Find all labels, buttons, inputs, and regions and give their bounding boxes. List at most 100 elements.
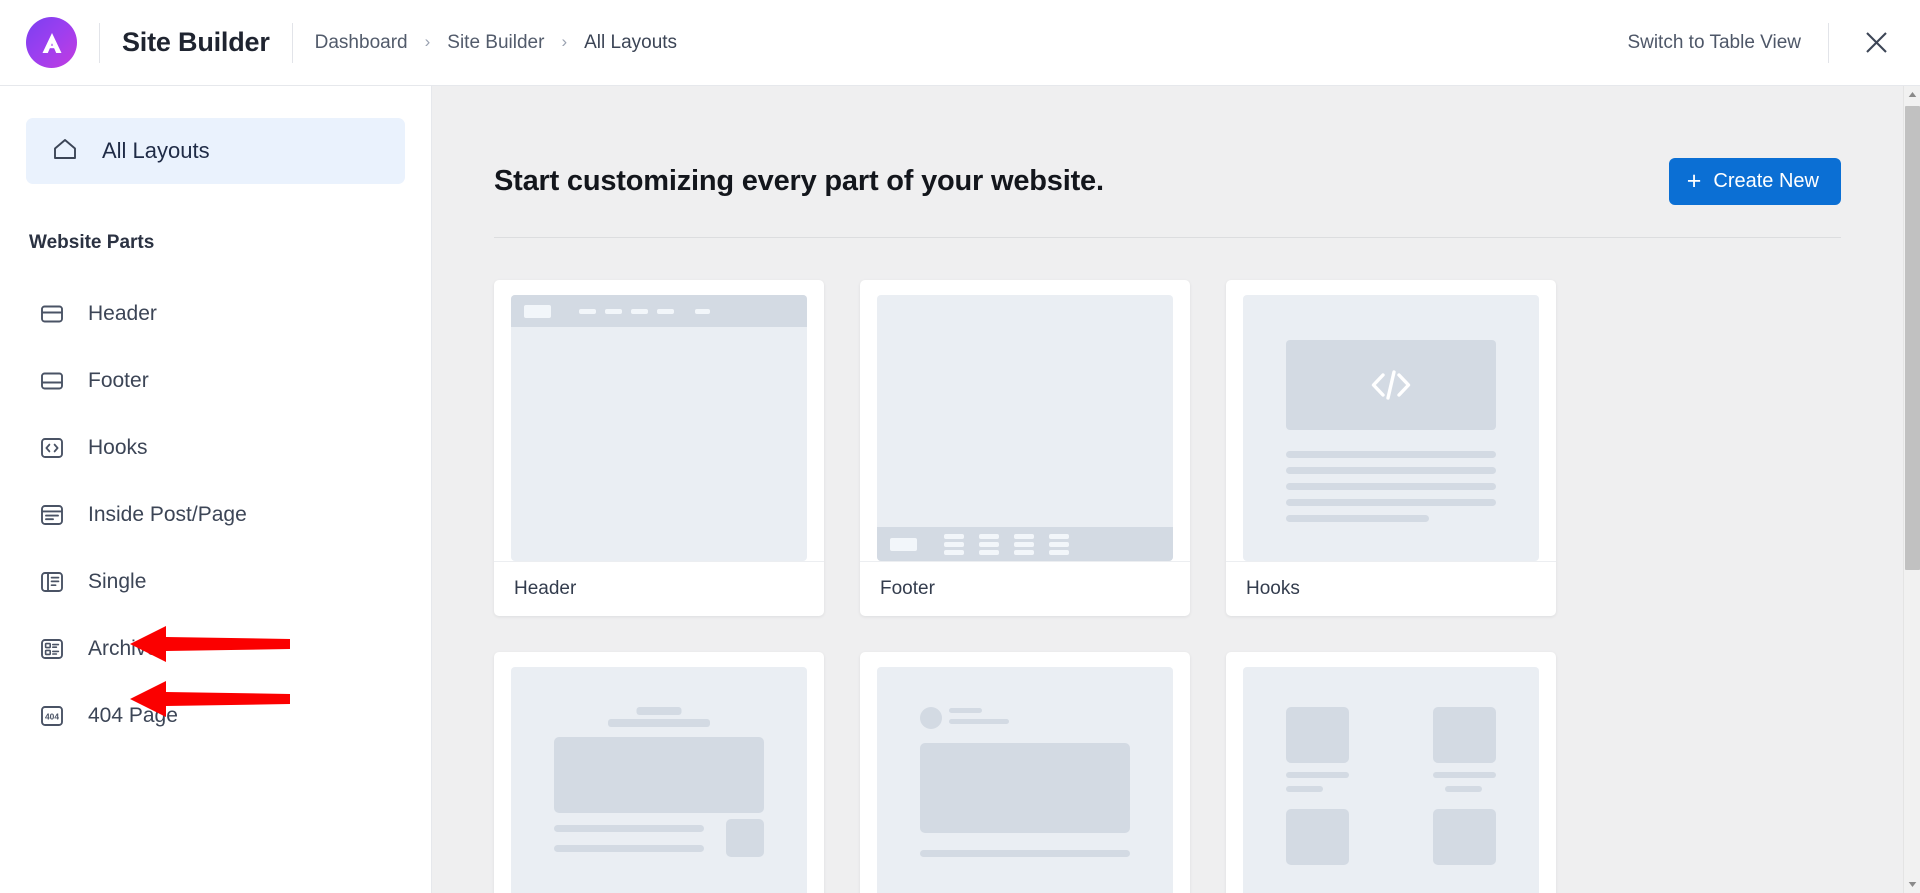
sidebar-item-label: Footer bbox=[88, 368, 149, 392]
mock-menu-item bbox=[695, 308, 710, 314]
top-bar: Site Builder Dashboard › Site Builder › … bbox=[0, 0, 1920, 86]
top-bar-actions: Switch to Table View bbox=[1627, 22, 1896, 63]
main-content: Start customizing every part of your web… bbox=[432, 86, 1903, 893]
mock-hero-image bbox=[554, 737, 764, 813]
layout-card-inside-post-page[interactable] bbox=[860, 652, 1190, 893]
svg-text:404: 404 bbox=[45, 711, 59, 721]
archive-grid-icon bbox=[38, 635, 66, 663]
sidebar-item-label: Hooks bbox=[88, 435, 148, 459]
sidebar-nav-list: Header Footer Hooks Inside Post/Page Sin… bbox=[0, 280, 431, 749]
breadcrumb-item-dashboard[interactable]: Dashboard bbox=[315, 32, 408, 54]
mock-code-block bbox=[1286, 340, 1496, 430]
vertical-scrollbar[interactable] bbox=[1903, 86, 1920, 893]
mock-footer-column bbox=[1014, 533, 1034, 555]
single-layout-icon bbox=[38, 568, 66, 596]
mock-title-bar bbox=[636, 707, 682, 715]
divider-line bbox=[494, 237, 1841, 238]
card-thumbnail bbox=[860, 652, 1190, 893]
404-icon: 404 bbox=[38, 702, 66, 730]
mock-grid-cell bbox=[1433, 707, 1496, 763]
mock-grid-cell bbox=[1286, 707, 1349, 763]
sidebar-item-single[interactable]: Single bbox=[0, 548, 431, 615]
document-lines-icon bbox=[38, 501, 66, 529]
logo-wrap: Site Builder bbox=[26, 17, 315, 68]
plus-icon: + bbox=[1686, 167, 1702, 195]
close-icon[interactable] bbox=[1856, 23, 1896, 63]
chevron-right-icon: › bbox=[424, 32, 431, 51]
switch-to-table-view-button[interactable]: Switch to Table View bbox=[1627, 32, 1801, 54]
divider-2 bbox=[291, 22, 293, 63]
mock-menu-item bbox=[631, 308, 648, 314]
card-title: Footer bbox=[880, 578, 935, 599]
sidebar-item-inside-post-page[interactable]: Inside Post/Page bbox=[0, 481, 431, 548]
mock-logo bbox=[890, 537, 917, 551]
layout-card-grid: Header Footer Hooks bbox=[494, 280, 1841, 893]
mock-header-strip bbox=[511, 295, 807, 327]
mock-text-line bbox=[554, 845, 704, 852]
header-layout-icon bbox=[38, 300, 66, 328]
sidebar-item-hooks[interactable]: Hooks bbox=[0, 414, 431, 481]
card-footer: Header bbox=[494, 561, 824, 616]
sidebar-item-label: Inside Post/Page bbox=[88, 502, 247, 526]
create-new-button[interactable]: + Create New bbox=[1668, 158, 1841, 205]
layout-card-hooks[interactable]: Hooks bbox=[1226, 280, 1556, 616]
mock-text-lines bbox=[1286, 451, 1496, 522]
card-thumbnail bbox=[494, 652, 824, 893]
mock-footer-strip bbox=[877, 527, 1173, 561]
mock-text-line bbox=[920, 850, 1130, 857]
sidebar-section-title: Website Parts bbox=[29, 232, 155, 253]
app-title: Site Builder bbox=[122, 27, 270, 57]
breadcrumb-item-all-layouts[interactable]: All Layouts bbox=[584, 32, 677, 54]
mock-author-line bbox=[949, 708, 982, 713]
mock-menu-item bbox=[579, 308, 596, 314]
scroll-down-arrow-icon[interactable] bbox=[1904, 876, 1920, 893]
breadcrumb-item-site-builder[interactable]: Site Builder bbox=[447, 32, 544, 54]
page-title: Start customizing every part of your web… bbox=[494, 165, 1104, 197]
mock-hero-image bbox=[920, 743, 1130, 833]
divider bbox=[99, 22, 100, 63]
sidebar-item-label: 404 Page bbox=[88, 703, 178, 727]
mock-menu-item bbox=[605, 308, 622, 314]
sidebar-item-header[interactable]: Header bbox=[0, 280, 431, 347]
layout-card-header[interactable]: Header bbox=[494, 280, 824, 616]
archive-mockup bbox=[1243, 667, 1539, 893]
breadcrumb: Dashboard › Site Builder › All Layouts bbox=[315, 32, 677, 54]
card-title: Hooks bbox=[1246, 578, 1300, 599]
scroll-up-arrow-icon[interactable] bbox=[1904, 86, 1920, 103]
mock-footer-column bbox=[979, 533, 999, 555]
aspen-logo-icon[interactable] bbox=[26, 17, 77, 68]
mock-text-line bbox=[1445, 786, 1482, 792]
home-icon bbox=[50, 134, 80, 169]
sidebar-item-footer[interactable]: Footer bbox=[0, 347, 431, 414]
hooks-mockup bbox=[1243, 295, 1539, 561]
mock-logo bbox=[524, 304, 551, 318]
code-brackets-icon bbox=[38, 434, 66, 462]
mock-avatar bbox=[920, 707, 942, 729]
layout-card-footer[interactable]: Footer bbox=[860, 280, 1190, 616]
mock-footer-column bbox=[944, 533, 964, 555]
sidebar-item-all-layouts[interactable]: All Layouts bbox=[26, 118, 405, 184]
card-title: Header bbox=[514, 578, 577, 599]
mock-menu bbox=[579, 308, 710, 314]
footer-mockup bbox=[877, 295, 1173, 561]
sidebar: All Layouts Website Parts Header Footer bbox=[0, 86, 432, 893]
card-footer: Footer bbox=[860, 561, 1190, 616]
code-brackets-icon bbox=[1371, 370, 1411, 400]
scrollbar-thumb[interactable] bbox=[1905, 106, 1920, 570]
create-new-label: Create New bbox=[1713, 170, 1819, 192]
mock-text-line bbox=[1433, 772, 1496, 778]
mock-menu-item bbox=[657, 308, 674, 314]
mock-grid-cell bbox=[1286, 809, 1349, 865]
mock-text-line bbox=[1286, 786, 1323, 792]
inside-post-mockup bbox=[877, 667, 1173, 893]
sidebar-item-404-page[interactable]: 404 404 Page bbox=[0, 682, 431, 749]
sidebar-item-label: Archive bbox=[88, 636, 159, 660]
divider-3 bbox=[1828, 22, 1829, 63]
layout-card-single[interactable] bbox=[494, 652, 824, 893]
sidebar-item-archive[interactable]: Archive bbox=[0, 615, 431, 682]
mock-footer-columns bbox=[944, 533, 1069, 555]
main-header-row: Start customizing every part of your web… bbox=[494, 86, 1841, 205]
layout-card-archive[interactable] bbox=[1226, 652, 1556, 893]
mock-footer-column bbox=[1049, 533, 1069, 555]
mock-text-line bbox=[1286, 772, 1349, 778]
